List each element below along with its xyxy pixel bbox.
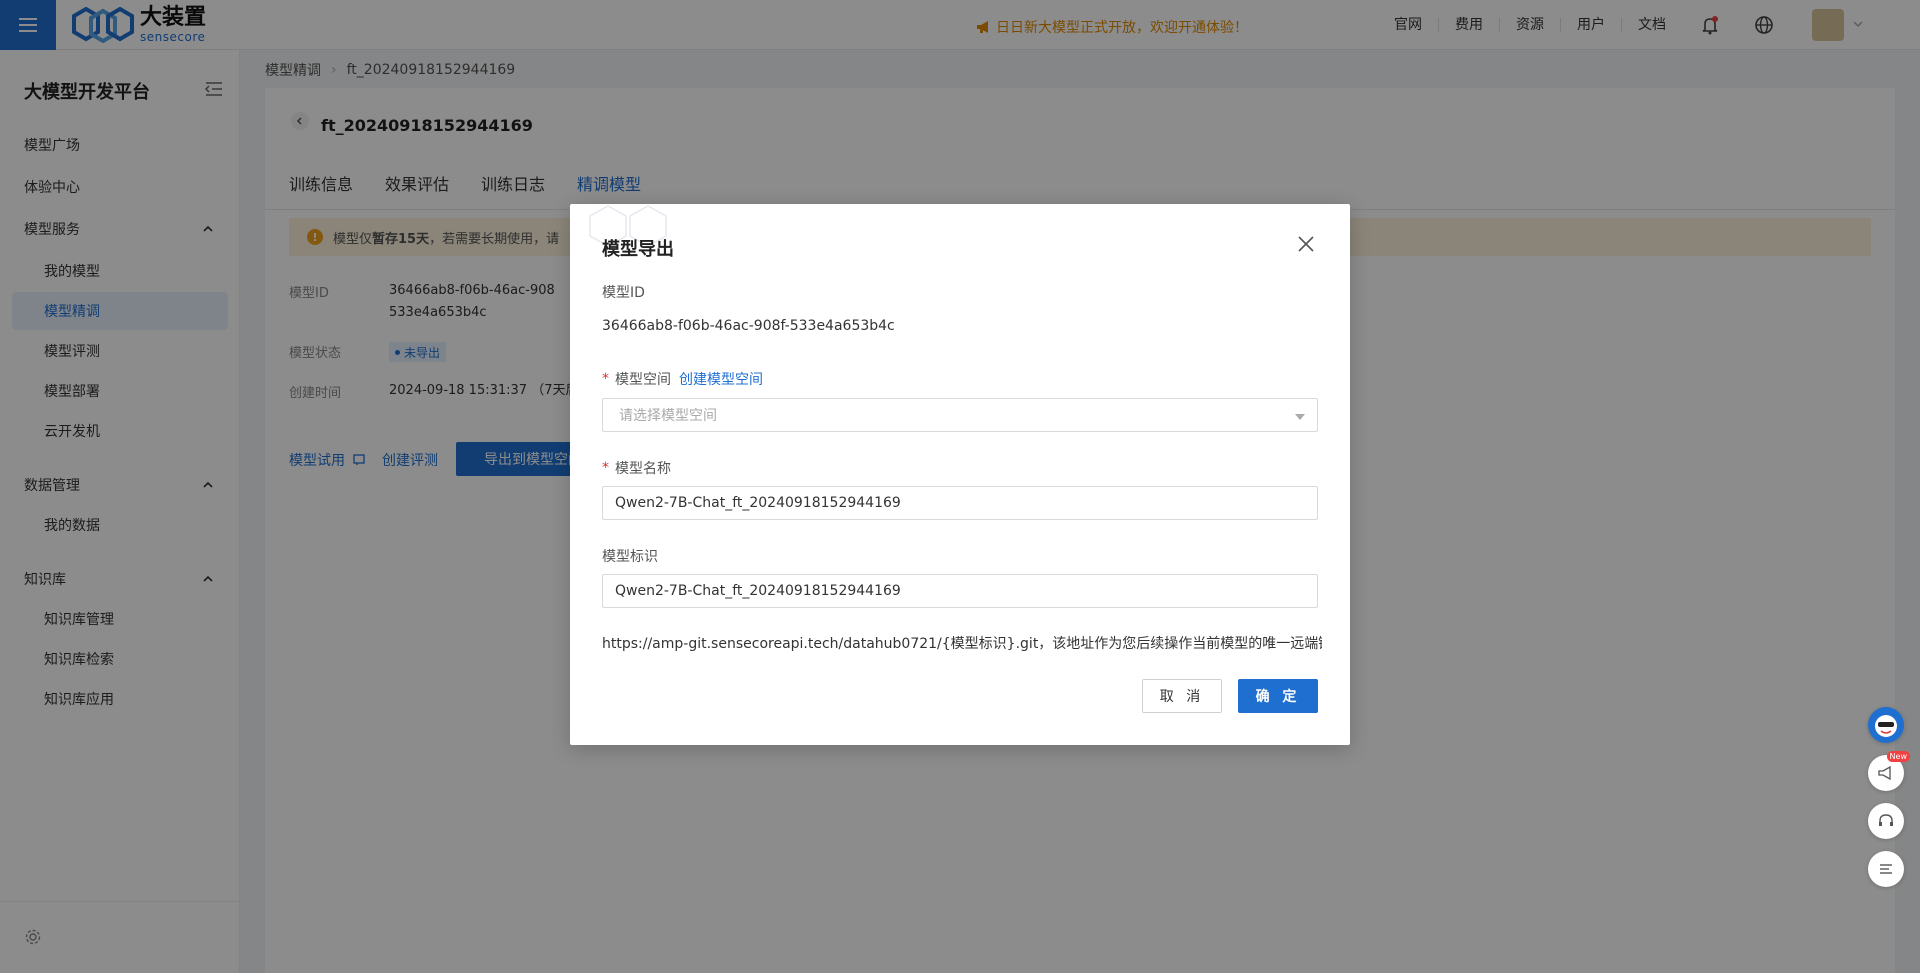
model-tag-input[interactable]: Qwen2-7B-Chat_ft_20240918152944169 [602, 574, 1318, 608]
caret-down-icon [1295, 414, 1305, 420]
model-tag-field-label: 模型标识 [602, 546, 658, 566]
model-space-field-label: * 模型空间 创建模型空间 [602, 369, 763, 389]
repo-url-note: https://amp-git.sensecoreapi.tech/datahu… [602, 636, 1322, 652]
label-text: 模型标识 [602, 549, 658, 565]
robot-assistant-icon [1875, 715, 1897, 737]
export-model-dialog: 模型导出 模型ID 36466ab8-f06b-46ac-908f-533e4a… [570, 204, 1350, 745]
label-text: 模型名称 [615, 461, 671, 477]
input-value: Qwen2-7B-Chat_ft_20240918152944169 [615, 583, 901, 599]
model-name-input[interactable]: Qwen2-7B-Chat_ft_20240918152944169 [602, 486, 1318, 520]
new-badge: New [1886, 751, 1910, 762]
required-mark: * [602, 371, 609, 387]
create-model-space-link[interactable]: 创建模型空间 [679, 369, 763, 389]
input-value: Qwen2-7B-Chat_ft_20240918152944169 [615, 495, 901, 511]
news-button[interactable]: New [1868, 751, 1910, 791]
assistant-button[interactable] [1868, 707, 1904, 743]
headset-icon [1879, 814, 1893, 826]
list-icon [1880, 864, 1892, 874]
more-tools-button[interactable] [1868, 851, 1904, 887]
megaphone-icon [1878, 765, 1891, 781]
model-name-field-label: * 模型名称 [602, 458, 671, 478]
model-id-field-value: 36466ab8-f06b-46ac-908f-533e4a653b4c [602, 318, 895, 334]
label-text: 模型空间 [615, 372, 671, 388]
close-icon[interactable] [1296, 234, 1316, 254]
label-text: 模型ID [602, 285, 645, 301]
model-id-field-label: 模型ID [602, 282, 645, 302]
support-button[interactable] [1868, 803, 1904, 839]
confirm-button[interactable]: 确 定 [1238, 679, 1318, 713]
required-mark: * [602, 460, 609, 476]
cancel-button[interactable]: 取 消 [1142, 679, 1222, 713]
select-placeholder: 请选择模型空间 [619, 408, 717, 424]
model-space-select[interactable]: 请选择模型空间 [602, 398, 1318, 432]
dialog-title: 模型导出 [602, 239, 674, 260]
